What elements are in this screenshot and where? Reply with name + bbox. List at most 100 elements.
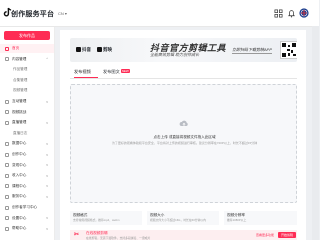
sidebar-item-label: 作品管理	[13, 67, 28, 72]
promo-more-link[interactable]: 查看更多功能	[256, 233, 274, 237]
sidebar-item-label: 直播日志	[13, 130, 28, 135]
chevron-down-icon: v	[46, 152, 48, 157]
sidebar-item[interactable]: 视频挑战	[0, 108, 54, 117]
live-icon	[5, 120, 9, 125]
sidebar-item[interactable]: 互动管理 v	[0, 97, 54, 106]
sidebar-item[interactable]: 合集管理	[0, 76, 54, 85]
douyin-brand-icon	[76, 47, 81, 52]
sidebar-item-label: 服务中心	[12, 194, 27, 199]
chevron-down-icon: v	[46, 184, 48, 189]
promo-desc: 在线剪辑，无需下载软件，支持多段拼接、一键成片	[86, 235, 151, 240]
qr-code-icon	[280, 41, 297, 59]
info-card-desc: 推荐1080P以上	[227, 218, 247, 222]
tab-publish-image-text[interactable]: 发布图文 NEW	[103, 69, 130, 75]
jianying-brand-text: 剪映	[103, 46, 112, 52]
language-selector[interactable]: CN ▾	[58, 11, 67, 16]
sidebar-item-label: 视频挑战	[12, 109, 27, 114]
sidebar-item-label: 合集管理	[13, 77, 28, 82]
sidebar-item[interactable]: 课程中心 v	[0, 182, 54, 191]
upload-dropzone[interactable]: 点击上传 或直接将视频文件拖入此区域 为了更好的观看体验和平台安全，平台将对上传…	[70, 84, 297, 203]
start-edit-button[interactable]: 开始剪辑	[278, 232, 296, 238]
sidebar-item[interactable]: 变现中心 v	[0, 161, 54, 170]
bell-icon[interactable]	[287, 9, 296, 18]
sidebar-item[interactable]: 视频管理	[0, 86, 54, 95]
chevron-down-icon: v	[46, 120, 48, 125]
sidebar-item-label: 直播管理	[12, 120, 27, 125]
folder-icon	[5, 57, 9, 62]
sidebar-item[interactable]: 收入中心 v	[0, 171, 54, 180]
sidebar-item[interactable]: 设置中心 v	[0, 214, 54, 223]
upload-description: 为了更好的观看体验和平台安全，平台将对上传的视频进行审核。建议分辨率在720P以…	[111, 141, 258, 145]
sidebar-item-label: 变现中心	[12, 162, 27, 167]
chart-icon	[5, 141, 9, 146]
tab-publish-image-text-label: 发布图文	[103, 69, 120, 74]
sidebar-item[interactable]: 创作中心 v	[0, 150, 54, 159]
upload-hint: 点击上传 或直接将视频文件拖入此区域	[153, 135, 216, 139]
tab-publish-video[interactable]: 发布视频	[74, 69, 91, 75]
grid-icon[interactable]	[274, 9, 283, 18]
info-card-desc: 支持常用视频格式，推荐mp4、webm	[73, 218, 120, 222]
video-icon	[5, 110, 9, 115]
sidebar-item-label: 创作中心	[12, 152, 27, 156]
sidebar-item-label: 课程中心	[12, 183, 27, 188]
sidebar-item-label: 互动管理	[12, 99, 27, 103]
study-icon	[5, 205, 9, 210]
wallet-icon	[5, 173, 9, 178]
info-card-desc: 视频文件大小不超过16G，时长在60分钟以内	[150, 218, 206, 222]
tabs-divider	[70, 78, 297, 79]
publish-button[interactable]: 发布作品	[4, 31, 50, 40]
new-badge: NEW	[120, 69, 130, 73]
jianying-brand: 剪映	[97, 46, 112, 53]
coin-icon	[5, 163, 9, 168]
top-bar: 创作服务平台 CN ▾	[0, 0, 319, 27]
service-icon	[5, 194, 9, 199]
pen-icon	[5, 152, 9, 157]
sidebar-item[interactable]: 内容管理 ^	[0, 55, 54, 64]
banner-download-link[interactable]: 立即扫码下载剪映APP	[232, 47, 273, 54]
banner-subtitle: 全能高效剪辑 助力创作成长	[150, 52, 200, 57]
avatar[interactable]	[299, 8, 309, 18]
chevron-down-icon: v	[46, 141, 48, 146]
right-scroll-gutter	[312, 26, 319, 240]
upload-icon	[179, 120, 188, 127]
main-panel: 抖音 剪映 抖音官方剪辑工具 全能高效剪辑 助力创作成长 立即扫码下载剪映APP…	[60, 30, 306, 240]
chevron-down-icon: v	[46, 163, 48, 168]
gear-icon	[5, 216, 9, 221]
chat-icon	[5, 99, 9, 104]
sidebar-item[interactable]: 服务中心 v	[0, 192, 54, 201]
sidebar-item-label: 收入中心	[12, 173, 27, 178]
douyin-brand: 抖音	[76, 46, 91, 53]
sidebar-item[interactable]: 作品管理	[0, 65, 54, 74]
home-icon	[5, 46, 9, 51]
chevron-down-icon: v	[46, 173, 48, 178]
platform-title[interactable]: 创作服务平台	[11, 9, 54, 19]
online-edit-promo: ✂ 在线视频剪辑 在线剪辑，无需下载软件，支持多段拼接、一键成片 查看更多功能 …	[70, 230, 297, 240]
sidebar-item-label: 首页	[12, 46, 20, 50]
chevron-up-icon: ^	[46, 57, 48, 62]
sidebar-item-label: 视频管理	[13, 88, 28, 93]
chevron-down-icon: v	[46, 226, 48, 231]
chevron-down-icon: v	[46, 194, 48, 199]
chevron-down-icon: v	[46, 216, 48, 221]
info-card-format: 视频格式 支持常用视频格式，推荐mp4、webm	[70, 211, 142, 225]
book-icon	[5, 184, 9, 189]
sidebar-item-label: 数据中心	[12, 141, 27, 146]
sidebar-item[interactable]: 数据中心 v	[0, 139, 54, 148]
jianying-brand-icon	[97, 47, 102, 52]
jianying-banner[interactable]: 抖音 剪映 抖音官方剪辑工具 全能高效剪辑 助力创作成长 立即扫码下载剪映APP	[70, 38, 297, 62]
info-card-size: 视频大小 视频文件大小不超过16G，时长在60分钟以内	[147, 211, 219, 225]
chevron-down-icon: v	[46, 99, 48, 104]
sidebar-item-label: 设置中心	[12, 215, 27, 220]
sidebar-item[interactable]: 直播管理 v	[0, 118, 54, 127]
sidebar-item[interactable]: 创作者学习中心	[0, 203, 54, 212]
help-icon	[5, 226, 9, 231]
sidebar-item-label: 创作者学习中心	[12, 205, 38, 209]
info-card-resolution: 视频分辨率 推荐1080P以上	[224, 211, 297, 225]
sidebar: 发布作品 首页 内容管理 ^ 作品管理 合集管理 视频管理 互动管理 v 视频挑战 直播管理 v 直播…	[0, 27, 55, 240]
sidebar-item[interactable]: 首页	[0, 44, 54, 53]
douyin-brand-text: 抖音	[82, 46, 91, 52]
tab-publish-video-label: 发布视频	[74, 69, 91, 74]
sidebar-item[interactable]: 直播日志	[0, 129, 54, 138]
x-icon: ✂	[74, 232, 80, 238]
sidebar-item[interactable]: 帮助中心 v	[0, 224, 54, 233]
